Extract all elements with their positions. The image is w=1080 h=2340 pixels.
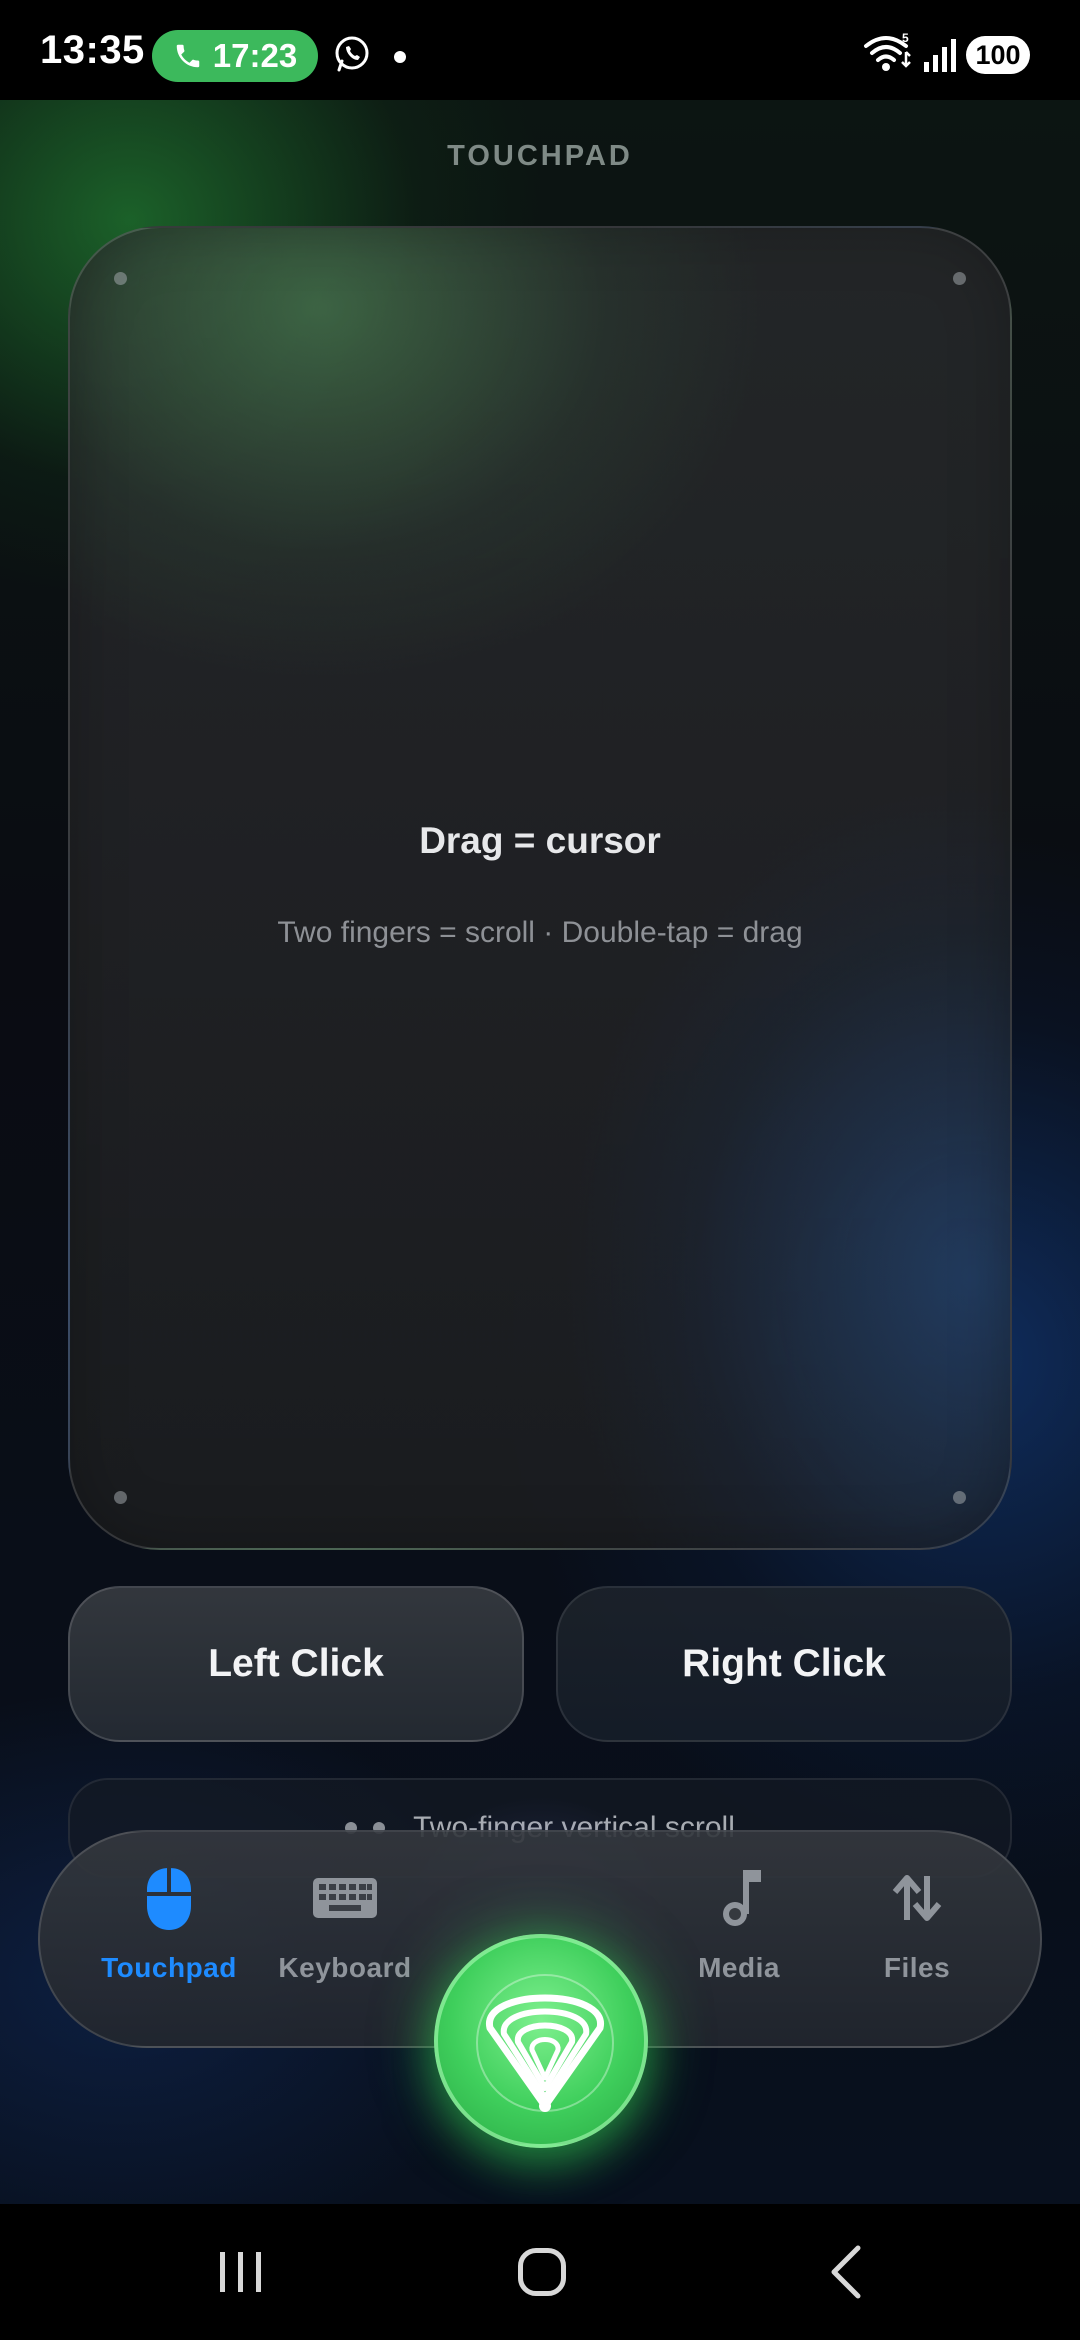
nav-label: Touchpad	[101, 1952, 237, 1983]
left-click-button[interactable]: Left Click	[68, 1586, 524, 1742]
nav-files[interactable]: Files	[832, 1862, 1002, 2022]
signal-icon	[924, 39, 956, 72]
right-click-button[interactable]: Right Click	[556, 1586, 1012, 1742]
corner-dot	[114, 1491, 127, 1504]
back-icon[interactable]	[826, 2244, 866, 2300]
status-bar: 13:35 17:23 5 100	[0, 0, 1080, 100]
nav-media[interactable]: Media	[654, 1862, 824, 2022]
call-timer: 17:23	[212, 37, 298, 74]
nav-label: Files	[883, 1952, 951, 1983]
nav-label: Media	[698, 1952, 780, 1983]
transfer-arrows-icon	[892, 1875, 942, 1921]
corner-dot	[953, 1491, 966, 1504]
whatsapp-icon	[335, 36, 369, 72]
battery-indicator: 100	[966, 36, 1030, 74]
wifi-icon: 5	[864, 32, 911, 71]
mouse-icon	[147, 1868, 191, 1930]
touchpad-surface[interactable]: Drag = cursor Two fingers = scroll · Dou…	[68, 226, 1012, 1550]
page-title: TOUCHPAD	[447, 140, 633, 172]
touchpad-title: Drag = cursor	[419, 820, 661, 861]
nav-label: Keyboard	[278, 1952, 412, 1983]
touchpad-hint: Two fingers = scroll · Double-tap = drag	[277, 916, 803, 949]
svg-text:5: 5	[902, 32, 909, 45]
nav-touchpad[interactable]: Touchpad	[84, 1862, 254, 2022]
phone-icon	[176, 44, 200, 68]
system-nav-bar	[0, 2204, 1080, 2340]
home-icon[interactable]	[518, 2248, 566, 2296]
ongoing-call-pill[interactable]: 17:23	[152, 30, 318, 82]
recents-icon[interactable]	[218, 2250, 264, 2294]
center-action-button[interactable]	[434, 1934, 648, 2148]
notification-dot	[394, 51, 406, 63]
app-logo-icon	[476, 1974, 614, 2112]
status-time: 13:35	[40, 28, 145, 72]
keyboard-icon	[313, 1878, 377, 1918]
music-note-icon	[723, 1870, 761, 1926]
corner-dot	[953, 272, 966, 285]
corner-dot	[114, 272, 127, 285]
nav-keyboard[interactable]: Keyboard	[260, 1862, 430, 2022]
